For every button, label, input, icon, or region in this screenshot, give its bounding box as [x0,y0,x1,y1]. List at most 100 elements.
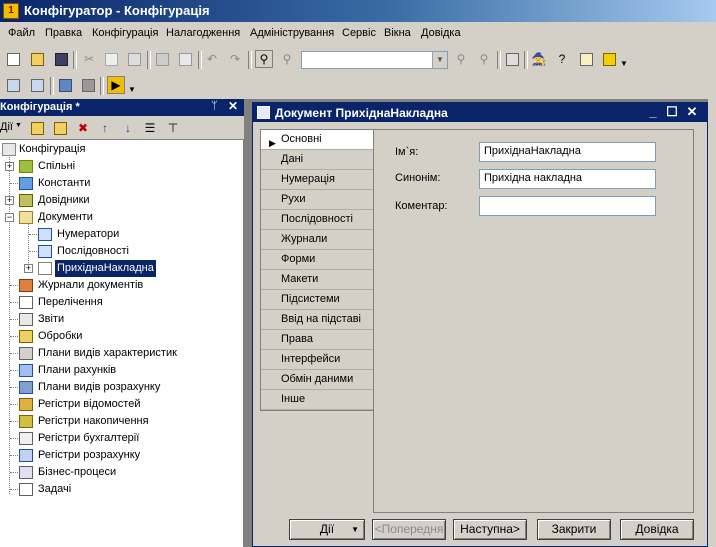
tab-journals[interactable]: Журнали [261,230,373,250]
find-all-icon[interactable]: ⚲ [475,50,493,68]
close-button[interactable]: Закрити [537,519,611,540]
constants-icon [19,177,33,190]
menu-windows[interactable]: Вікна [384,27,411,39]
search-combo[interactable]: ▼ [301,51,448,69]
windows-icon[interactable] [503,50,521,68]
tasks-icon [19,483,33,496]
redo-icon[interactable]: ↷ [226,50,244,68]
move-down-icon[interactable]: ↓ [119,119,137,137]
run-debug-icon[interactable]: ▶ [107,76,125,94]
tab-sequences[interactable]: Послідовності [261,210,373,230]
menu-service[interactable]: Сервіс [342,27,376,39]
tab-input-based-on[interactable]: Ввід на підставі [261,310,373,330]
comment-label: Коментар: [395,200,448,212]
close-icon[interactable]: ✕ [684,104,700,120]
common-icon [19,160,33,173]
tab-data-exchange[interactable]: Обмін даними [261,370,373,390]
tab-main[interactable]: ▶ Основні [261,130,373,150]
numerators-icon [38,228,52,241]
synonym-field[interactable]: Прихідна накладна [479,169,656,189]
toolbar-separator [248,51,252,69]
next-button[interactable]: Наступна> [453,519,527,540]
move-up-icon[interactable]: ↑ [96,119,114,137]
accumulation-registers-icon [19,415,33,428]
save-icon[interactable] [52,50,70,68]
database-icon[interactable] [56,76,74,94]
add-item-icon[interactable] [28,119,46,137]
tab-movements[interactable]: Рухи [261,190,373,210]
delete-item-icon[interactable]: ✖ [74,119,92,137]
document-icon [38,262,52,275]
actions-menu[interactable]: Дії [0,121,13,133]
toolbar-separator [73,51,77,69]
wizard-icon[interactable]: 🧙 [530,50,548,68]
find-binoculars-icon[interactable]: ⚲ [255,50,273,68]
collapse-icon[interactable]: − [5,213,14,222]
menu-edit[interactable]: Правка [45,27,82,39]
sort-icon[interactable]: ☰ [141,119,159,137]
print-preview-icon[interactable] [176,50,194,68]
menu-configuration[interactable]: Конфігурація [92,27,158,39]
main-properties-panel: Ім`я: ПрихіднаНакладна Синонім: Прихідна… [373,129,694,513]
menu-file[interactable]: Файл [8,27,35,39]
paste-icon[interactable] [125,50,143,68]
window-right-border [708,99,716,547]
tab-subsystems[interactable]: Підсистеми [261,290,373,310]
tab-interfaces[interactable]: Інтерфейси [261,350,373,370]
tab-templates[interactable]: Макети [261,270,373,290]
configuration-panel: Конфігурація * ᛘ ✕ Дії ▼ ✖ ↑ ↓ ☰ ⊤ Конфі… [0,99,244,547]
charts-of-accounts-icon [19,364,33,377]
context-help-icon[interactable] [600,50,618,68]
configuration-tree: Конфігурація + Спільні Константи + Довід… [0,139,244,547]
comment-field[interactable] [479,196,656,216]
accounting-registers-icon [19,432,33,445]
find-prev-icon[interactable]: ⚲ [452,50,470,68]
syntax-assistant-icon[interactable] [577,50,595,68]
business-processes-icon [19,466,33,479]
filter-icon[interactable]: ⊤ [164,119,182,137]
open-folder-icon[interactable] [28,50,46,68]
actions-button[interactable]: Дії ▼ [289,519,365,540]
help-search-icon[interactable]: ? [553,50,571,68]
config-open-icon[interactable] [4,76,22,94]
tab-other[interactable]: Інше [261,390,373,410]
copy-icon[interactable] [102,50,120,68]
pin-icon[interactable]: ᛘ [211,100,223,112]
chevron-down-icon[interactable]: ▼ [15,122,22,129]
information-registers-icon [19,398,33,411]
name-field[interactable]: ПрихіднаНакладна [479,142,656,162]
tab-data[interactable]: Дані [261,150,373,170]
menu-debug[interactable]: Налагодження [166,27,240,39]
minimize-icon[interactable]: _ [645,104,661,120]
cut-icon[interactable]: ✂ [80,50,98,68]
run-dropdown-icon[interactable]: ▼ [127,80,137,98]
chevron-down-icon[interactable]: ▼ [432,52,447,68]
close-icon[interactable]: ✕ [228,99,240,113]
configuration-panel-header: Конфігурація * ᛘ ✕ [0,99,244,116]
tab-forms[interactable]: Форми [261,250,373,270]
menu-help[interactable]: Довідка [421,27,461,39]
maximize-icon[interactable]: ☐ [664,104,680,120]
secondary-toolbar: ▶ ▼ [0,73,150,97]
tab-rights[interactable]: Права [261,330,373,350]
chevron-down-icon: ▼ [351,525,359,534]
document-icon [257,106,270,119]
configuration-panel-title: Конфігурація * [0,101,80,113]
documents-icon [19,211,33,224]
menu-administration[interactable]: Адміністрування [250,27,334,39]
print-icon[interactable] [153,50,171,68]
find-next-icon[interactable]: ⚲ [278,50,296,68]
expand-icon[interactable]: + [24,264,33,273]
edit-item-icon[interactable] [51,119,69,137]
config-update-icon[interactable] [28,76,46,94]
compare-icon[interactable] [79,76,97,94]
new-document-icon[interactable] [4,50,22,68]
expand-icon[interactable]: + [5,162,14,171]
previous-button[interactable]: <Попередня [372,519,446,540]
tab-numbering[interactable]: Нумерація [261,170,373,190]
synonym-label: Синонім: [395,172,441,184]
expand-icon[interactable]: + [5,196,14,205]
toolbar-dropdown-icon[interactable]: ▼ [619,54,629,72]
undo-icon[interactable]: ↶ [203,50,221,68]
help-button[interactable]: Довідка [620,519,694,540]
